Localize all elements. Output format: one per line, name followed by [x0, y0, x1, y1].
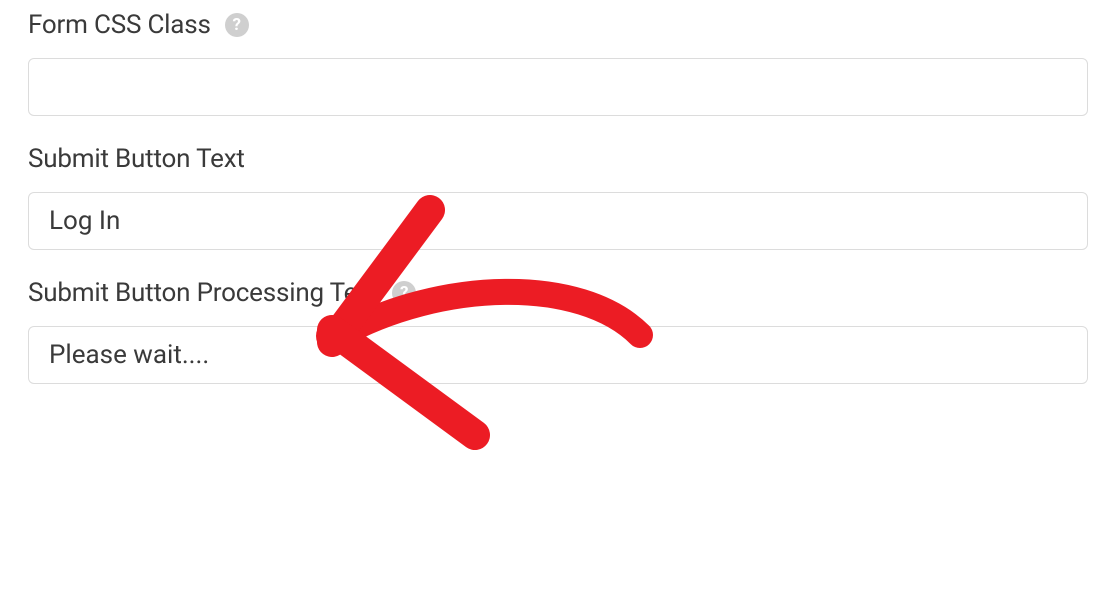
- submit-button-processing-text-input[interactable]: [28, 326, 1088, 384]
- field-label-row: Form CSS Class ?: [28, 10, 1088, 40]
- submit-button-processing-text-group: Submit Button Processing Text ?: [28, 278, 1088, 384]
- help-icon[interactable]: ?: [225, 13, 249, 37]
- help-icon[interactable]: ?: [392, 281, 416, 305]
- submit-button-text-group: Submit Button Text: [28, 144, 1088, 250]
- form-css-class-input[interactable]: [28, 58, 1088, 116]
- submit-button-text-label: Submit Button Text: [28, 144, 245, 174]
- submit-button-text-input[interactable]: [28, 192, 1088, 250]
- field-label-row: Submit Button Text: [28, 144, 1088, 174]
- form-css-class-group: Form CSS Class ?: [28, 10, 1088, 116]
- submit-button-processing-text-label: Submit Button Processing Text: [28, 278, 378, 308]
- form-css-class-label: Form CSS Class: [28, 10, 211, 40]
- field-label-row: Submit Button Processing Text ?: [28, 278, 1088, 308]
